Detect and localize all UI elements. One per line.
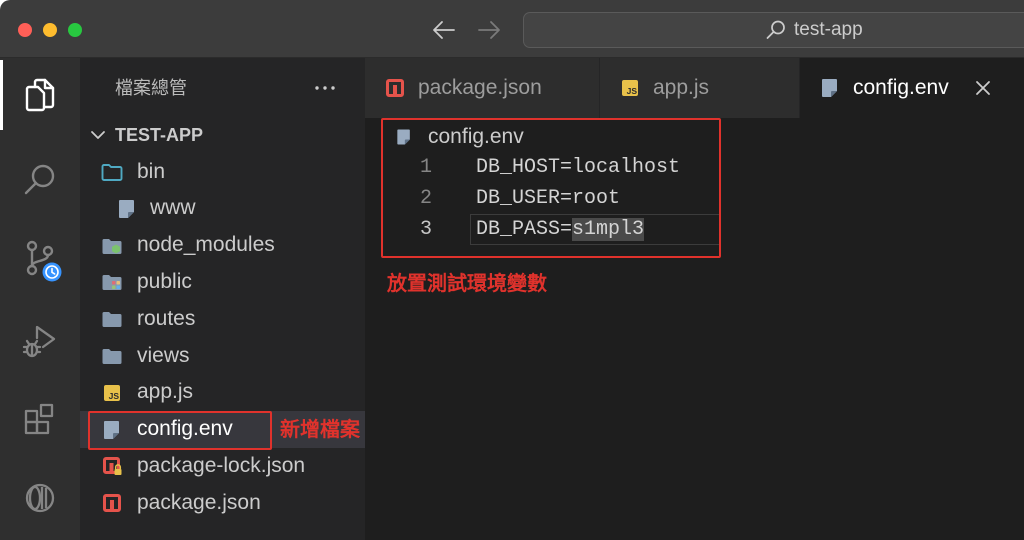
project-name: TEST-APP — [115, 125, 204, 145]
npm-icon — [103, 494, 121, 513]
search-icon — [766, 20, 785, 39]
gitlens-icon[interactable] — [20, 478, 60, 518]
tab-label: config.env — [853, 76, 949, 99]
close-icon[interactable] — [974, 79, 992, 97]
folder-outline-icon — [101, 164, 123, 181]
project-folder-header[interactable]: TEST-APP — [80, 116, 365, 154]
more-actions-icon[interactable] — [313, 83, 337, 93]
annotation-new-file: 新增檔案 — [280, 419, 360, 441]
source-control-icon[interactable] — [20, 238, 62, 282]
title-bar: test-app — [0, 0, 1024, 58]
tree-item-label: package-lock.json — [137, 453, 306, 477]
tab-app-js[interactable]: JS app.js — [600, 58, 800, 118]
tab-config-env[interactable]: config.env — [800, 58, 1024, 118]
tree-item-label: views — [137, 343, 190, 367]
folder-icon — [102, 348, 122, 364]
file-tree: bin www node_modules public routes views… — [80, 154, 365, 522]
tab-label: app.js — [653, 76, 710, 99]
js-file-icon: JS — [618, 76, 642, 100]
js-badge-text: JS — [622, 80, 638, 96]
explorer-title: 檔案總管 — [115, 78, 187, 98]
active-view-indicator — [0, 60, 3, 130]
tree-item-package-lock-json[interactable]: package-lock.json — [80, 448, 365, 485]
activity-bar — [0, 58, 80, 540]
tree-item-label: node_modules — [137, 233, 275, 257]
tab-label: package.json — [418, 76, 542, 99]
npm-lock-icon — [103, 457, 122, 476]
extensions-icon[interactable] — [20, 400, 60, 440]
env-file-icon — [822, 79, 837, 97]
annotation-env-note: 放置測試環境變數 — [387, 273, 547, 295]
tree-item-node-modules[interactable]: node_modules — [80, 227, 365, 264]
npm-icon — [386, 79, 404, 97]
tree-item-routes[interactable]: routes — [80, 301, 365, 338]
file-icon — [119, 199, 134, 218]
explorer-sidebar: 檔案總管 TEST-APP bin www node_modules publi… — [80, 58, 365, 540]
minimize-window-button[interactable] — [43, 23, 57, 37]
close-window-button[interactable] — [18, 23, 32, 37]
tree-item-label: app.js — [137, 380, 194, 404]
tree-item-bin[interactable]: bin — [80, 154, 365, 191]
annotation-box-new-file — [88, 411, 272, 450]
arrow-left-icon[interactable] — [432, 19, 456, 41]
annotation-box-env-contents — [381, 118, 721, 258]
tree-item-views[interactable]: views — [80, 338, 365, 375]
tab-package-json[interactable]: package.json — [365, 58, 600, 118]
tree-item-label: www — [150, 196, 196, 220]
command-center-text: test-app — [794, 19, 863, 40]
tree-item-label: public — [137, 269, 192, 293]
editor-group: package.json JS app.js config.env config… — [365, 58, 1024, 540]
js-file-icon: JS — [100, 381, 124, 405]
tree-item-label: bin — [137, 159, 166, 183]
zoom-window-button[interactable] — [68, 23, 82, 37]
run-debug-icon[interactable] — [20, 320, 60, 360]
tab-bar: package.json JS app.js config.env — [365, 58, 1024, 118]
tree-item-www[interactable]: www — [80, 190, 365, 227]
clock-icon — [42, 262, 62, 282]
tree-item-public[interactable]: public — [80, 264, 365, 301]
tree-item-label: package.json — [137, 490, 261, 514]
files-icon[interactable] — [20, 75, 60, 115]
search-icon[interactable] — [20, 160, 60, 200]
command-center-search[interactable]: test-app — [523, 12, 1024, 48]
chevron-down-icon — [91, 131, 105, 139]
tree-item-label: routes — [137, 306, 196, 330]
tree-item-app-js[interactable]: JS app.js — [80, 374, 365, 411]
folder-public-icon — [102, 275, 122, 291]
js-badge-text: JS — [104, 384, 120, 401]
arrow-right-icon[interactable] — [477, 19, 501, 41]
folder-node-icon — [102, 238, 122, 254]
folder-icon — [102, 312, 122, 328]
tree-item-package-json[interactable]: package.json — [80, 485, 365, 522]
